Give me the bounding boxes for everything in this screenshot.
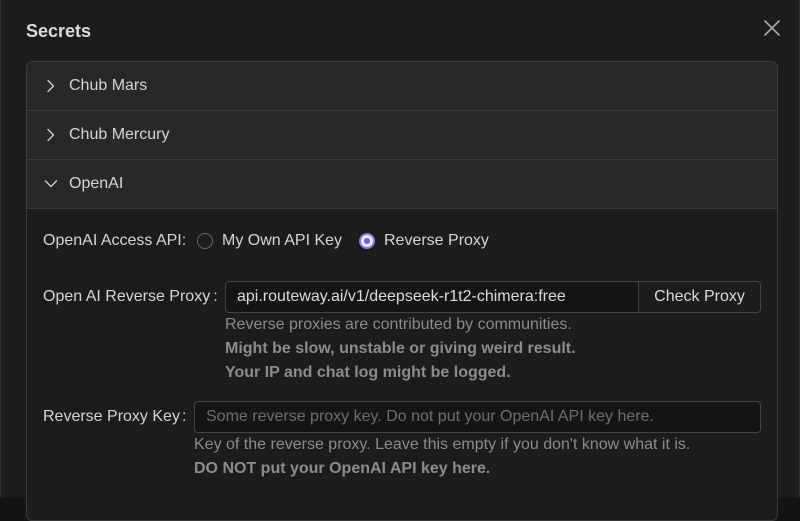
close-button[interactable]	[762, 18, 782, 38]
proxy-key-warning: DO NOT put your OpenAI API key here.	[194, 460, 491, 477]
proxy-key-label: Reverse Proxy Key:	[43, 408, 187, 425]
proxy-hint-logged: Your IP and chat log might be logged.	[225, 364, 511, 381]
radio-own-api-key-label[interactable]: My Own API Key	[222, 232, 342, 250]
proxy-hint-community: Reverse proxies are contributed by commu…	[225, 316, 572, 333]
radio-reverse-proxy[interactable]	[359, 233, 375, 249]
proxy-key-input[interactable]	[194, 401, 761, 433]
accordion-header-chub-mars[interactable]: Chub Mars	[27, 62, 777, 111]
openai-panel: OpenAI Access API: My Own API Key Revers…	[27, 209, 777, 509]
secrets-modal: Secrets Chub Mars Chub Mercury OpenAI Op…	[0, 0, 800, 521]
check-proxy-button[interactable]: Check Proxy	[639, 281, 761, 313]
proxy-hint-unstable: Might be slow, unstable or giving weird …	[225, 340, 576, 357]
radio-own-api-key[interactable]	[197, 233, 213, 249]
accordion-label: Chub Mars	[69, 77, 148, 94]
proxy-key-hint: Key of the reverse proxy. Leave this emp…	[194, 436, 691, 453]
chevron-right-icon	[47, 128, 55, 142]
reverse-proxy-label: Open AI Reverse Proxy:	[43, 288, 218, 305]
radio-reverse-proxy-label[interactable]: Reverse Proxy	[384, 232, 489, 250]
close-icon	[764, 20, 780, 36]
secrets-accordion: Chub Mars Chub Mercury OpenAI OpenAI Acc…	[26, 61, 778, 521]
chevron-down-icon	[44, 180, 58, 188]
chevron-right-icon	[47, 79, 55, 93]
accordion-header-openai[interactable]: OpenAI	[27, 160, 777, 209]
accordion-label: Chub Mercury	[69, 126, 170, 143]
accordion-header-chub-mercury[interactable]: Chub Mercury	[27, 111, 777, 160]
accordion-label: OpenAI	[69, 175, 124, 192]
reverse-proxy-input[interactable]	[225, 281, 639, 313]
modal-title: Secrets	[26, 21, 92, 41]
access-api-label: OpenAI Access API:	[43, 232, 187, 249]
